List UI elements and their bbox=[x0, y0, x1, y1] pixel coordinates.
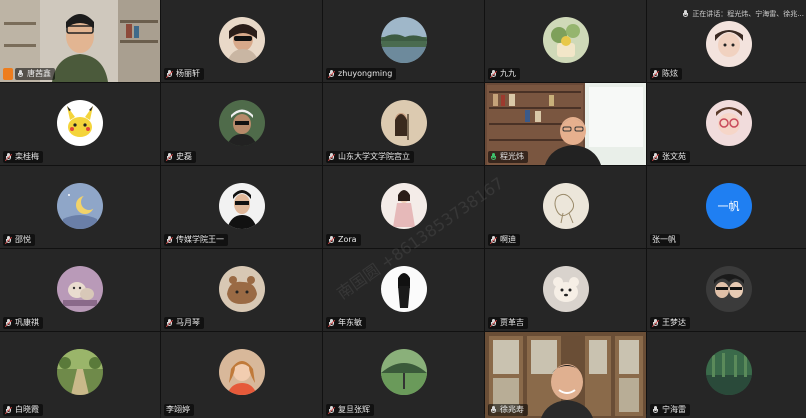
mic-muted-icon bbox=[651, 69, 660, 79]
mic-muted-icon bbox=[327, 69, 336, 79]
mic-muted-icon bbox=[489, 69, 498, 79]
participant-tile[interactable]: 王梦达 bbox=[647, 249, 806, 331]
participant-name-label: 年东敏 bbox=[326, 317, 366, 329]
mic-muted-icon bbox=[4, 152, 13, 162]
mic-muted-icon bbox=[489, 235, 498, 245]
avatar bbox=[57, 266, 103, 312]
participant-name-label: 徐兆寿 bbox=[488, 404, 528, 416]
participant-tile[interactable]: 杨丽轩 bbox=[161, 0, 322, 82]
participant-tile[interactable]: 年东敏 bbox=[323, 249, 484, 331]
participant-tile[interactable]: 张文苑 bbox=[647, 83, 806, 165]
participant-tile[interactable]: 唐茜鑫 bbox=[0, 0, 160, 82]
avatar bbox=[705, 266, 752, 312]
participant-tile[interactable]: 九九 bbox=[485, 0, 646, 82]
participant-tile[interactable]: 复旦张辉 bbox=[323, 332, 484, 418]
participant-tile[interactable]: 正在讲话：程光炜、宁海雷、徐兆... 陈炫 bbox=[647, 0, 806, 82]
participant-tile[interactable]: 宁海雷 bbox=[647, 332, 806, 418]
avatar bbox=[380, 100, 427, 146]
participant-name-label: 白晓霞 bbox=[3, 404, 43, 416]
mic-icon bbox=[490, 405, 497, 415]
participant-tile[interactable]: 山东大学文学院宫立 bbox=[323, 83, 484, 165]
avatar bbox=[705, 349, 752, 395]
participant-name-label: 张文苑 bbox=[650, 151, 690, 163]
mic-icon bbox=[652, 405, 659, 415]
avatar bbox=[57, 349, 103, 395]
speaking-indicator: 正在讲话：程光炜、宁海雷、徐兆... bbox=[682, 9, 804, 19]
participant-tile[interactable]: 程光炜 bbox=[485, 83, 646, 165]
avatar bbox=[542, 266, 589, 312]
participant-name-label: 宁海雷 bbox=[650, 404, 690, 416]
participant-tile[interactable]: 啊迪 bbox=[485, 166, 646, 248]
participant-tile[interactable]: Zora bbox=[323, 166, 484, 248]
mic-muted-icon bbox=[165, 318, 174, 328]
participant-name-label: 史磊 bbox=[164, 151, 196, 163]
participant-name-label: 啊迪 bbox=[488, 234, 520, 246]
participant-name-label: zhuyongming bbox=[326, 68, 397, 80]
mic-muted-icon bbox=[327, 235, 336, 245]
participant-name-label: 传媒学院王一 bbox=[164, 234, 228, 246]
mic-icon bbox=[682, 9, 689, 19]
avatar bbox=[218, 100, 265, 146]
avatar bbox=[57, 100, 103, 146]
avatar bbox=[218, 266, 265, 312]
mic-muted-icon bbox=[165, 152, 174, 162]
avatar bbox=[542, 183, 589, 229]
participant-name-label: 陈炫 bbox=[650, 68, 682, 80]
participant-name-label: 张一帆 bbox=[650, 234, 680, 246]
avatar: 一帆 bbox=[705, 183, 752, 229]
avatar bbox=[218, 349, 265, 395]
mic-muted-icon bbox=[651, 152, 660, 162]
avatar bbox=[218, 183, 265, 229]
participant-name-label: 程光炜 bbox=[488, 151, 528, 163]
mic-muted-icon bbox=[327, 405, 336, 415]
participant-name-label: 王梦达 bbox=[650, 317, 690, 329]
mic-muted-icon bbox=[4, 318, 13, 328]
participant-name-label: 山东大学文学院宫立 bbox=[326, 151, 414, 163]
host-badge bbox=[3, 68, 13, 80]
avatar bbox=[705, 21, 752, 67]
mic-active-icon bbox=[490, 152, 497, 162]
participant-tile[interactable]: 栾桂梅 bbox=[0, 83, 160, 165]
mic-muted-icon bbox=[651, 318, 660, 328]
participant-name-label: 马月琴 bbox=[164, 317, 204, 329]
participant-name-label: 贾革吉 bbox=[488, 317, 528, 329]
participant-name-label: 九九 bbox=[488, 68, 520, 80]
participant-name-label: 复旦张辉 bbox=[326, 404, 374, 416]
participant-tile[interactable]: 白晓霞 bbox=[0, 332, 160, 418]
participant-tile[interactable]: 徐兆寿 bbox=[485, 332, 646, 418]
participant-grid: 唐茜鑫 杨丽轩 zhuyongming 九九 正在讲话：程光炜、宁海雷、徐兆..… bbox=[0, 0, 806, 418]
participant-name-label: 邵悦 bbox=[3, 234, 35, 246]
mic-muted-icon bbox=[165, 235, 174, 245]
avatar bbox=[705, 100, 752, 146]
participant-name-label: 巩康祺 bbox=[3, 317, 43, 329]
participant-name-label: 李翊婷 bbox=[164, 404, 194, 416]
participant-name-label: 栾桂梅 bbox=[3, 151, 43, 163]
mic-muted-icon bbox=[4, 405, 13, 415]
participant-tile[interactable]: zhuyongming bbox=[323, 0, 484, 82]
participant-tile[interactable]: 史磊 bbox=[161, 83, 322, 165]
mic-muted-icon bbox=[4, 235, 13, 245]
avatar bbox=[380, 349, 427, 395]
avatar bbox=[380, 266, 427, 312]
mic-icon bbox=[17, 69, 24, 79]
avatar bbox=[542, 17, 589, 63]
mic-muted-icon bbox=[165, 69, 174, 79]
participant-tile[interactable]: 马月琴 bbox=[161, 249, 322, 331]
participant-tile[interactable]: 邵悦 bbox=[0, 166, 160, 248]
mic-muted-icon bbox=[489, 318, 498, 328]
participant-name-label: 杨丽轩 bbox=[164, 68, 204, 80]
mic-muted-icon bbox=[327, 152, 336, 162]
avatar bbox=[218, 17, 265, 63]
avatar bbox=[380, 17, 427, 63]
mic-muted-icon bbox=[327, 318, 336, 328]
avatar bbox=[57, 183, 103, 229]
participant-tile[interactable]: 贾革吉 bbox=[485, 249, 646, 331]
participant-tile[interactable]: 李翊婷 bbox=[161, 332, 322, 418]
participant-tile[interactable]: 一帆 张一帆 bbox=[647, 166, 806, 248]
participant-tile[interactable]: 传媒学院王一 bbox=[161, 166, 322, 248]
participant-name-label: Zora bbox=[326, 234, 361, 246]
participant-name-label: 唐茜鑫 bbox=[15, 68, 55, 80]
participant-tile[interactable]: 巩康祺 bbox=[0, 249, 160, 331]
avatar bbox=[380, 183, 427, 229]
